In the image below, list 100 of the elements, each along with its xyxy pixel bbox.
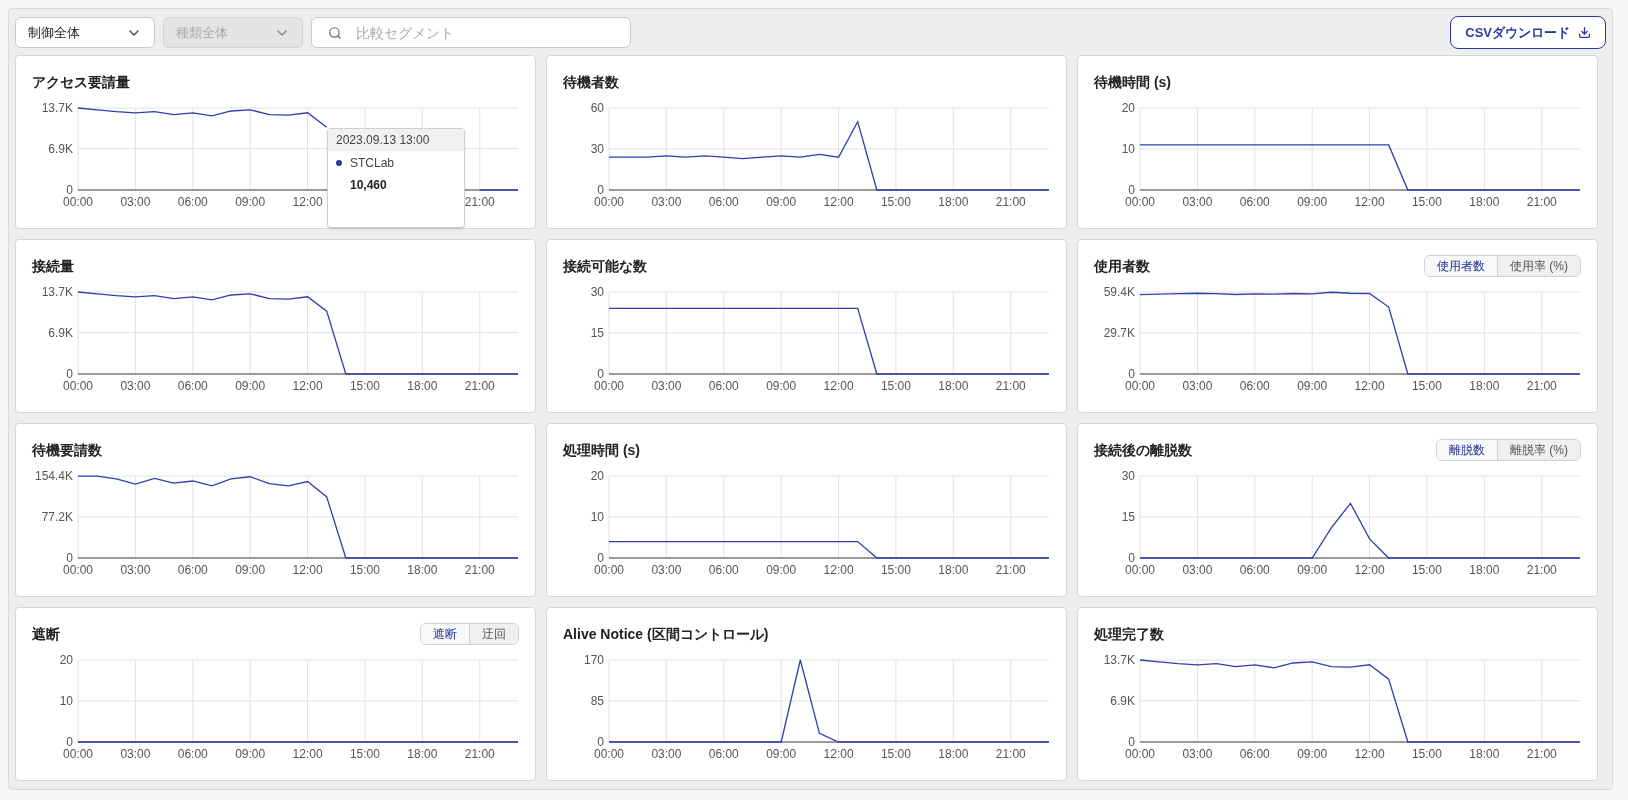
- axis-label: 09:00: [1297, 379, 1328, 393]
- toggle-tab[interactable]: 迂回: [469, 624, 518, 644]
- axis-label: 18:00: [1469, 195, 1500, 209]
- download-icon: [1578, 26, 1591, 39]
- toggle-tab[interactable]: 離脱率 (%): [1497, 440, 1580, 460]
- axis-label: 15:00: [880, 379, 911, 393]
- axis-label: 0: [597, 735, 604, 749]
- axis-label: 00:00: [1125, 747, 1155, 761]
- axis-label: 18:00: [938, 195, 969, 209]
- axis-label: 15:00: [1411, 379, 1442, 393]
- filter-dropdown[interactable]: 制御全体: [15, 17, 155, 48]
- axis-label: 09:00: [766, 379, 797, 393]
- axis-label: 06:00: [1239, 747, 1270, 761]
- axis-label: 18:00: [407, 747, 438, 761]
- axis-label: 20: [59, 653, 73, 667]
- axis-label: 18:00: [407, 563, 438, 577]
- axis-label: 21:00: [1526, 563, 1557, 577]
- axis-label: 03:00: [1182, 195, 1213, 209]
- axis-label: 06:00: [1239, 195, 1270, 209]
- axis-label: 30: [590, 142, 604, 156]
- axis-label: 12:00: [823, 379, 854, 393]
- card-title: 遮断: [32, 624, 60, 644]
- axis-label: 12:00: [292, 379, 323, 393]
- axis-label: 15:00: [1411, 195, 1442, 209]
- axis-label: 06:00: [1239, 563, 1270, 577]
- axis-label: 21:00: [995, 195, 1026, 209]
- axis-label: 0: [597, 183, 604, 197]
- search-icon: [328, 26, 342, 40]
- axis-label: 09:00: [1297, 563, 1328, 577]
- axis-label: 10: [1121, 142, 1135, 156]
- toggle-tab[interactable]: 離脱数: [1437, 440, 1497, 460]
- card-title: 接続後の離脱数: [1094, 440, 1192, 460]
- axis-label: 12:00: [823, 195, 854, 209]
- axis-label: 15:00: [1411, 563, 1442, 577]
- axis-label: 13.7K: [41, 285, 73, 299]
- toggle-tab[interactable]: 遮断: [421, 624, 469, 644]
- csv-download-button[interactable]: CSVダウンロード: [1450, 16, 1606, 49]
- axis-label: 21:00: [1526, 379, 1557, 393]
- axis-label: 09:00: [766, 747, 797, 761]
- card-title: 接続可能な数: [563, 256, 647, 276]
- axis-label: 09:00: [1297, 195, 1328, 209]
- toggle-tab[interactable]: 使用者数: [1425, 256, 1497, 276]
- card-title: 待機時間 (s): [1094, 72, 1171, 92]
- axis-label: 20: [590, 469, 604, 483]
- axis-label: 00:00: [63, 747, 93, 761]
- axis-label: 00:00: [1125, 563, 1155, 577]
- card-title: 待機要請数: [32, 440, 102, 460]
- axis-label: 03:00: [651, 195, 682, 209]
- axis-label: 03:00: [651, 379, 682, 393]
- axis-label: 59.4K: [1103, 285, 1135, 299]
- card-title: 接続量: [32, 256, 74, 276]
- card-title: Alive Notice (区間コントロール): [563, 624, 769, 644]
- axis-label: 15:00: [880, 747, 911, 761]
- axis-label: 00:00: [1125, 195, 1155, 209]
- axis-label: 0: [597, 551, 604, 565]
- axis-label: 77.2K: [41, 510, 73, 524]
- axis-label: 30: [590, 285, 604, 299]
- axis-label: 154.4K: [34, 469, 73, 483]
- axis-label: 06:00: [177, 747, 208, 761]
- axis-label: 12:00: [823, 747, 854, 761]
- axis-label: 03:00: [120, 747, 151, 761]
- card-title: アクセス要請量: [32, 72, 130, 92]
- axis-label: 6.9K: [48, 325, 73, 340]
- card-title: 待機者数: [563, 72, 619, 92]
- axis-label: 21:00: [464, 747, 495, 761]
- search-field[interactable]: 比較セグメント: [311, 17, 631, 48]
- axis-label: 06:00: [708, 563, 739, 577]
- axis-label: 03:00: [120, 195, 151, 209]
- axis-label: 21:00: [464, 563, 495, 577]
- axis-label: 12:00: [1354, 747, 1385, 761]
- axis-label: 00:00: [594, 195, 624, 209]
- axis-label: 00:00: [63, 195, 93, 209]
- axis-label: 10: [59, 694, 73, 708]
- axis-label: 30: [1121, 469, 1135, 483]
- axis-label: 12:00: [292, 563, 323, 577]
- axis-label: 12:00: [1354, 563, 1385, 577]
- axis-label: 21:00: [995, 379, 1026, 393]
- series-name: STCLab: [350, 155, 395, 172]
- card-title: 処理時間 (s): [563, 440, 640, 460]
- toggle-tab[interactable]: 使用率 (%): [1497, 256, 1580, 276]
- axis-label: 09:00: [235, 563, 266, 577]
- axis-label: 6.9K: [1110, 693, 1135, 708]
- axis-label: 15:00: [880, 563, 911, 577]
- axis-label: 0: [66, 551, 73, 565]
- axis-label: 0: [1128, 735, 1135, 749]
- axis-label: 03:00: [120, 563, 151, 577]
- axis-label: 06:00: [1239, 379, 1270, 393]
- axis-label: 15:00: [1411, 747, 1442, 761]
- axis-label: 06:00: [708, 747, 739, 761]
- axis-label: 0: [66, 183, 73, 197]
- axis-label: 18:00: [1469, 379, 1500, 393]
- axis-label: 03:00: [1182, 747, 1213, 761]
- axis-label: 09:00: [1297, 747, 1328, 761]
- axis-label: 00:00: [63, 563, 93, 577]
- tooltip-value: 10,460: [349, 177, 388, 194]
- axis-label: 00:00: [594, 379, 624, 393]
- axis-label: 12:00: [1354, 379, 1385, 393]
- axis-label: 03:00: [1182, 563, 1213, 577]
- axis-label: 10: [590, 510, 604, 524]
- axis-label: 18:00: [938, 747, 969, 761]
